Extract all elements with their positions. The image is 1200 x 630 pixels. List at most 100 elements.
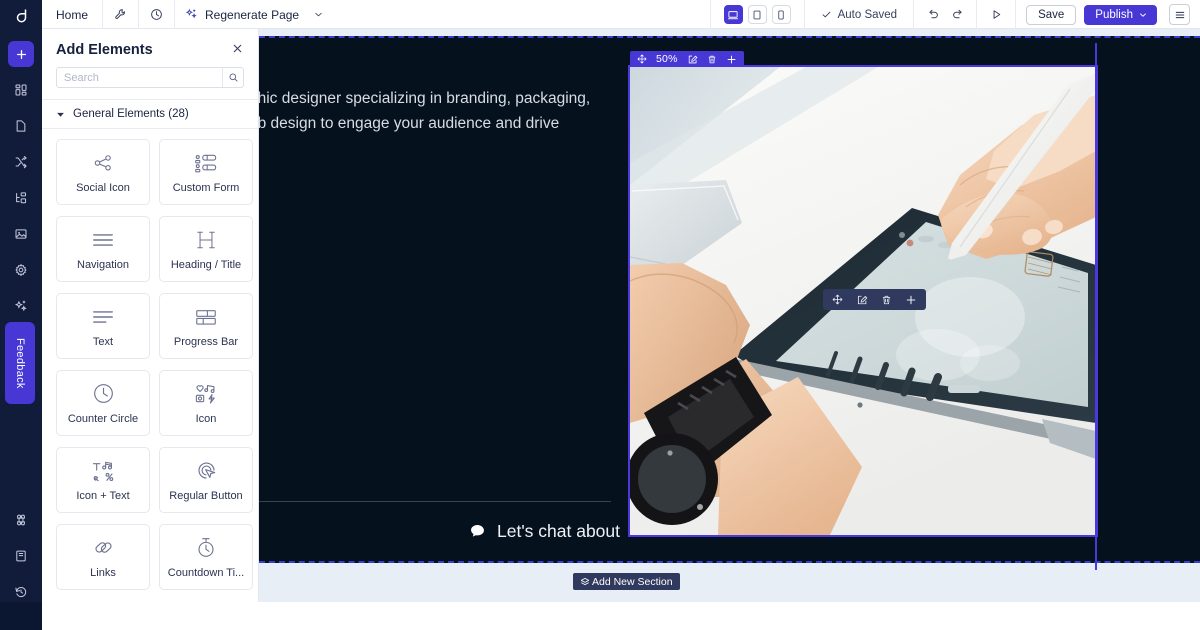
move-arrows-icon[interactable] [832, 294, 843, 305]
element-card-icon[interactable]: Icon [159, 370, 253, 436]
hero-section[interactable]: phic designer specializing in branding, … [259, 36, 1200, 570]
stopwatch-icon [195, 536, 217, 560]
hero-divider [259, 501, 611, 502]
sidebar-item-pages[interactable] [8, 113, 34, 139]
element-card-heading-title[interactable]: Heading / Title [159, 216, 253, 282]
feedback-button[interactable]: Feedback [5, 322, 35, 404]
sidebar-item-media[interactable] [8, 221, 34, 247]
publish-button[interactable]: Publish [1084, 4, 1157, 25]
element-card-social-icon[interactable]: Social Icon [56, 139, 150, 205]
hamburger-icon [1174, 9, 1186, 21]
publish-label: Publish [1095, 8, 1133, 21]
left-rail: Feedback [0, 29, 42, 602]
sidebar-item-sections[interactable] [8, 77, 34, 103]
sidebar-item-ai[interactable] [8, 293, 34, 319]
plus-icon[interactable] [726, 54, 737, 65]
shuffle-icon [14, 155, 28, 169]
layers-tree-icon [14, 191, 28, 205]
chevron-down-icon [313, 9, 324, 20]
add-new-section-button[interactable]: Add New Section [573, 573, 680, 590]
bottom-strip [0, 602, 1200, 630]
wrench-icon [114, 8, 127, 21]
image-element[interactable]: 50% [628, 51, 1098, 537]
page-icon [14, 119, 28, 133]
save-button[interactable]: Save [1026, 4, 1077, 25]
edit-square-icon[interactable] [687, 54, 698, 65]
layers-add-icon [580, 577, 590, 587]
app-logo[interactable] [0, 0, 42, 29]
element-card-custom-form[interactable]: Custom Form [159, 139, 253, 205]
text-lines-icon [91, 305, 115, 329]
element-card-icon-plus-text[interactable]: Icon + Text [56, 447, 150, 513]
add-new-section-label: Add New Section [592, 575, 673, 588]
primary-actions: Save Publish [1016, 0, 1200, 29]
undo-button[interactable] [922, 4, 944, 26]
element-label: Text [92, 335, 114, 348]
panel-header: Add Elements [42, 29, 258, 58]
share-nodes-icon [92, 151, 114, 175]
redo-button[interactable] [946, 4, 968, 26]
element-label: Custom Form [172, 181, 240, 194]
search-icon[interactable] [222, 68, 243, 87]
element-label: Countdown Ti... [167, 566, 245, 579]
element-label: Icon + Text [76, 489, 130, 502]
rail-bottom-group [0, 497, 42, 617]
lets-chat-row[interactable]: Let's chat about [469, 521, 620, 542]
device-mobile-button[interactable] [771, 5, 791, 24]
command-icon [14, 513, 28, 527]
sidebar-item-layers[interactable] [8, 185, 34, 211]
sparkles-icon [185, 8, 198, 21]
main-menu-button[interactable] [1169, 4, 1190, 25]
element-label: Navigation [77, 258, 129, 271]
clock-history-icon [150, 8, 163, 21]
chevron-down-icon [1138, 10, 1148, 20]
device-desktop-button[interactable] [723, 5, 743, 24]
element-card-text[interactable]: Text [56, 293, 150, 359]
wrench-button[interactable] [103, 0, 140, 29]
section-dashed-bottom [259, 561, 1200, 563]
regenerate-page-button[interactable]: Regenerate Page [175, 0, 309, 29]
element-card-links[interactable]: Links [56, 524, 150, 590]
image-icon [14, 227, 28, 241]
move-arrows-icon[interactable] [637, 54, 647, 64]
search-input[interactable] [57, 68, 222, 87]
edit-square-icon[interactable] [856, 294, 868, 306]
home-label: Home [56, 7, 89, 22]
sidebar-item-shortcuts[interactable] [8, 507, 34, 533]
sidebar-item-add[interactable] [8, 41, 34, 67]
page-canvas[interactable]: phic designer specializing in branding, … [259, 29, 1200, 602]
element-label: Icon [195, 412, 217, 425]
feedback-label: Feedback [14, 337, 26, 389]
plus-icon[interactable] [905, 294, 917, 306]
trash-icon[interactable] [707, 54, 717, 65]
zoom-level-label[interactable]: 50% [656, 53, 678, 65]
element-card-progress-bar[interactable]: Progress Bar [159, 293, 253, 359]
trash-icon[interactable] [881, 294, 892, 306]
home-breadcrumb[interactable]: Home [42, 0, 104, 29]
element-label: Links [90, 566, 116, 579]
element-card-counter-circle[interactable]: Counter Circle [56, 370, 150, 436]
cursor-target-icon [195, 459, 218, 483]
element-card-navigation[interactable]: Navigation [56, 216, 150, 282]
history-revert-icon [14, 585, 28, 599]
element-card-countdown-timer[interactable]: Countdown Ti... [159, 524, 253, 590]
history-button[interactable] [139, 0, 176, 29]
add-elements-panel: Add Elements General Elements (28) [42, 29, 259, 602]
general-elements-group-header[interactable]: General Elements (28) [42, 99, 258, 129]
preview-button[interactable] [985, 4, 1007, 26]
device-tablet-button[interactable] [747, 5, 767, 24]
element-card-regular-button[interactable]: Regular Button [159, 447, 253, 513]
sidebar-item-theme[interactable] [8, 149, 34, 175]
element-label: Social Icon [76, 181, 130, 194]
close-icon[interactable] [231, 42, 244, 55]
history-actions-group [914, 0, 978, 29]
search-field[interactable] [56, 67, 244, 88]
gear-icon [14, 263, 28, 277]
sidebar-item-settings[interactable] [8, 257, 34, 283]
check-icon [821, 9, 832, 20]
sidebar-item-docs[interactable] [8, 543, 34, 569]
search-area [42, 58, 258, 99]
regenerate-dropdown-button[interactable] [309, 0, 336, 29]
preview-group [977, 0, 1017, 29]
